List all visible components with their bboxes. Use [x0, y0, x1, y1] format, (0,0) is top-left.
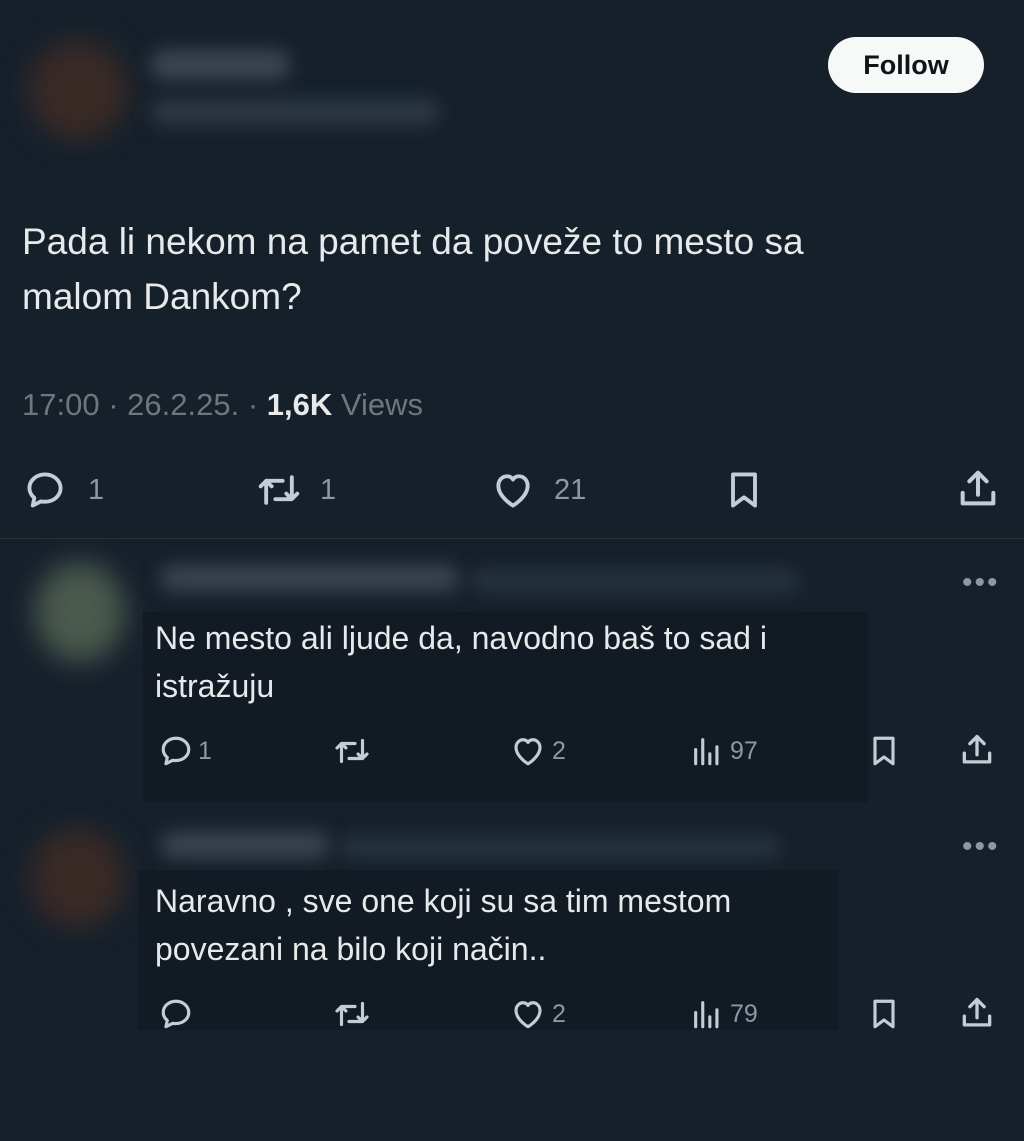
author-avatar[interactable] — [28, 40, 128, 140]
meta-separator: · — [108, 387, 128, 422]
views-icon — [694, 1001, 719, 1029]
share-icon — [960, 470, 996, 506]
reply-button[interactable]: 1 — [22, 468, 104, 512]
reply1-share-button[interactable] — [958, 730, 996, 770]
reply1-avatar[interactable] — [35, 562, 125, 662]
reply-icon — [161, 736, 191, 766]
like-count: 21 — [554, 473, 587, 506]
author-handle[interactable] — [150, 98, 440, 126]
reply1-text: Ne mesto ali ljude da, navodno baš to sa… — [155, 614, 995, 710]
reply1-text-line2: istražuju — [155, 668, 275, 704]
post-text-line2: malom Dankom? — [22, 276, 302, 317]
reply-icon — [161, 999, 191, 1029]
reply2-text-line2: povezani na bilo koji način.. — [155, 931, 547, 967]
reply1-like-button[interactable]: 2 — [510, 733, 566, 769]
like-icon — [514, 738, 542, 766]
repost-icon — [335, 738, 369, 764]
reply2-author[interactable] — [160, 832, 330, 858]
author-name[interactable] — [150, 50, 290, 80]
repost-icon — [258, 475, 300, 505]
post-time[interactable]: 17:00 — [22, 387, 100, 422]
reply1-author[interactable] — [160, 565, 460, 591]
reply2-views-button[interactable]: 79 — [690, 996, 758, 1032]
reply1-views-button[interactable]: 97 — [690, 733, 758, 769]
bookmark-icon — [731, 472, 757, 508]
reply2-handle[interactable] — [340, 836, 780, 858]
like-icon — [496, 474, 530, 508]
meta-separator: · — [247, 387, 267, 422]
reply-count: 1 — [88, 473, 105, 506]
views-label: Views — [340, 387, 423, 422]
reply2-avatar[interactable] — [30, 828, 125, 928]
reply1-bookmark-button[interactable] — [866, 731, 902, 771]
reply2-views-count: 79 — [730, 999, 758, 1028]
follow-button[interactable]: Follow — [828, 37, 984, 93]
reply2-text-line1: Naravno , sve one koji su sa tim mestom — [155, 883, 732, 919]
reply2-like-button[interactable]: 2 — [510, 996, 566, 1032]
bookmark-icon — [873, 736, 895, 766]
like-button[interactable]: 21 — [490, 468, 586, 512]
reply2-repost-button[interactable] — [330, 996, 374, 1032]
share-icon — [962, 734, 992, 764]
reply1-reply-count: 1 — [198, 736, 212, 765]
bookmark-icon — [873, 999, 895, 1029]
post-date[interactable]: 26.2.25. — [127, 387, 239, 422]
reply1-text-line1: Ne mesto ali ljude da, navodno baš to sa… — [155, 620, 767, 656]
share-button[interactable] — [955, 465, 1001, 513]
reply1-handle[interactable] — [470, 570, 800, 592]
reply2-share-button[interactable] — [958, 993, 996, 1033]
like-icon — [514, 1001, 542, 1029]
bookmark-button[interactable] — [722, 466, 766, 514]
reply1-like-count: 2 — [552, 736, 566, 765]
reply2-reply-button[interactable] — [158, 996, 194, 1032]
divider — [0, 538, 1024, 539]
views-count: 1,6K — [266, 387, 333, 422]
reply2-like-count: 2 — [552, 999, 566, 1028]
reply1-repost-button[interactable] — [330, 733, 374, 769]
repost-count: 1 — [320, 473, 337, 506]
views-icon — [694, 738, 719, 766]
repost-icon — [335, 1001, 369, 1027]
more-icon[interactable]: ••• — [962, 568, 1000, 598]
share-icon — [962, 997, 992, 1027]
reply2-bookmark-button[interactable] — [866, 994, 902, 1034]
reply1-reply-button[interactable]: 1 — [158, 733, 212, 769]
reply-icon — [27, 472, 63, 508]
post-meta: 17:00 · 26.2.25. · 1,6K Views — [22, 387, 423, 423]
repost-button[interactable]: 1 — [252, 468, 336, 512]
post-text-line1: Pada li nekom na pamet da poveže to mest… — [22, 221, 804, 262]
post-text: Pada li nekom na pamet da poveže to mest… — [22, 214, 982, 324]
reply1-views-count: 97 — [730, 736, 758, 765]
reply2-text: Naravno , sve one koji su sa tim mestom … — [155, 877, 995, 973]
more-icon[interactable]: ••• — [962, 832, 1000, 862]
